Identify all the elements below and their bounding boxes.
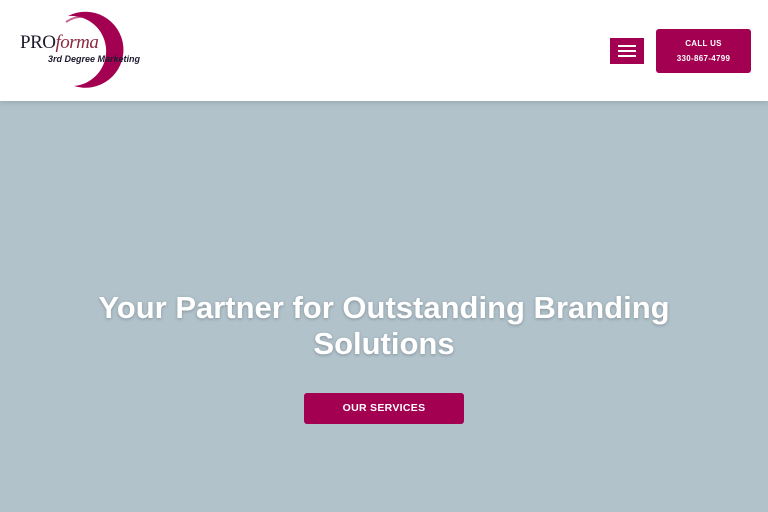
proforma-logo[interactable]: PROforma 3rd Degree Marketing	[18, 10, 148, 92]
site-header: PROforma 3rd Degree Marketing CALL US 33…	[0, 0, 768, 101]
hamburger-menu-button[interactable]	[610, 38, 644, 64]
hero-section: Your Partner for Outstanding Branding So…	[0, 101, 768, 512]
call-us-phone: 330-867-4799	[676, 54, 731, 63]
logo-wordmark-forma: forma	[55, 32, 99, 53]
logo-wordmark-pro: PRO	[20, 32, 56, 53]
hero-title: Your Partner for Outstanding Branding So…	[98, 290, 670, 361]
call-us-button[interactable]: CALL US 330-867-4799	[656, 29, 751, 73]
call-us-label: CALL US	[685, 39, 722, 48]
logo-wordmark: PROforma	[20, 32, 99, 54]
our-services-button[interactable]: OUR SERVICES	[304, 393, 464, 424]
logo-tagline: 3rd Degree Marketing	[48, 54, 141, 64]
